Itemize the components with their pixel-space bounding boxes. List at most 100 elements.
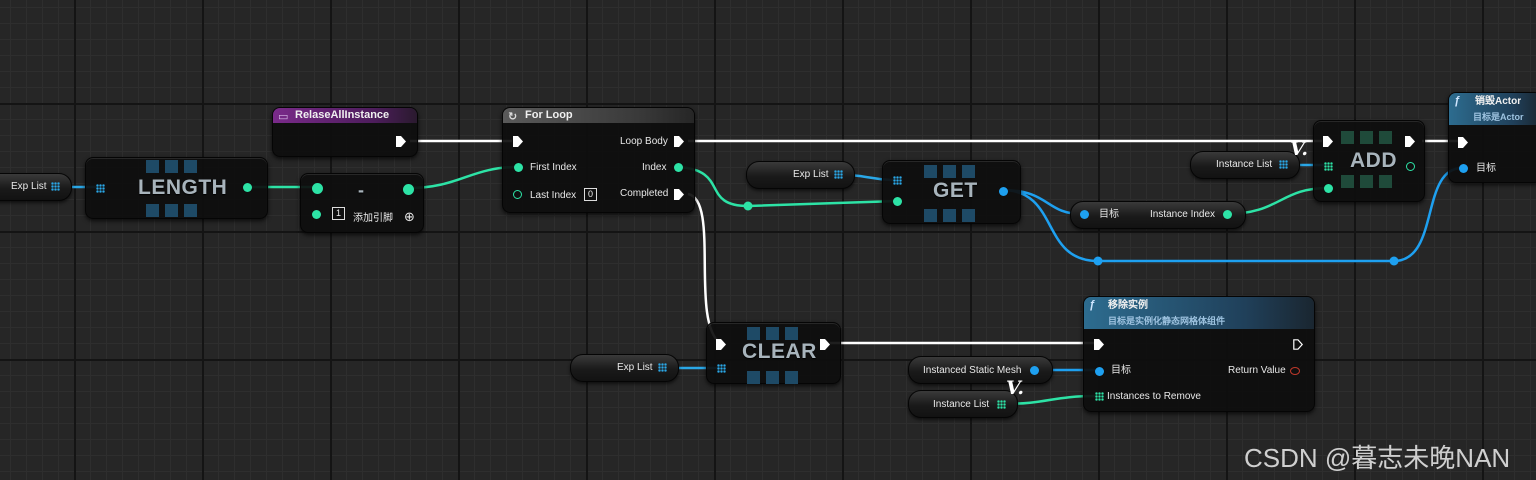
ism-label: Instanced Static Mesh <box>923 365 1022 376</box>
length-label: LENGTH <box>138 176 228 199</box>
array-output-pin[interactable] <box>834 170 843 179</box>
last-index-value[interactable]: 0 <box>584 188 597 201</box>
exec-input-pin[interactable] <box>1323 136 1333 147</box>
clear-label: CLEAR <box>742 340 817 363</box>
target-input-pin[interactable] <box>1459 164 1468 173</box>
destroy-actor-node[interactable]: ƒ 销毁Actor 目标是Actor 目标 <box>1448 92 1536 183</box>
remove-instances-node[interactable]: ƒ 移除实例 目标是实例化静态网格体组件 目标 Return Value Ins… <box>1083 296 1315 412</box>
int-input-pin-b[interactable] <box>312 210 321 219</box>
function-icon: ƒ <box>1454 95 1461 107</box>
last-index-pin[interactable] <box>513 190 522 199</box>
target-input-pin[interactable] <box>1080 210 1089 219</box>
array-input-pin[interactable] <box>1324 162 1333 171</box>
reroute-knot <box>743 201 753 211</box>
array-output-pin[interactable] <box>51 182 60 191</box>
pin-b-value[interactable]: 1 <box>332 207 345 220</box>
exec-output-pin[interactable] <box>820 339 830 350</box>
instance-list-label: Instance List <box>1216 159 1273 170</box>
exec-input-pin[interactable] <box>1094 339 1104 350</box>
int-output-pin[interactable] <box>403 184 414 195</box>
subtract-node[interactable]: - 1 添加引脚 ⊕ <box>300 173 424 233</box>
add-pin-label[interactable]: 添加引脚 <box>353 213 393 225</box>
remove-instances-header: ƒ 移除实例 目标是实例化静态网格体组件 <box>1084 297 1314 329</box>
item-input-pin[interactable] <box>1324 184 1333 193</box>
for-loop-header: ↻ For Loop <box>503 108 694 123</box>
exec-output-pin[interactable] <box>396 136 406 147</box>
for-loop-node[interactable]: ↻ For Loop Loop Body First Index Index L… <box>502 107 695 213</box>
target-label: 目标 <box>1476 163 1496 174</box>
exec-wire-completed-clear <box>687 192 721 344</box>
get-node[interactable]: GET <box>882 160 1021 224</box>
variable-marker-icon: V. <box>1290 138 1309 160</box>
target-label: 目标 <box>1111 365 1131 376</box>
instance-list-variable-node[interactable]: Instance List <box>908 390 1018 418</box>
loop-body-label: Loop Body <box>620 136 668 147</box>
last-index-label: Last Index <box>530 190 577 201</box>
array-input-pin[interactable] <box>893 176 902 185</box>
return-value-pin[interactable] <box>1290 367 1300 375</box>
completed-label: Completed <box>620 188 669 199</box>
get-instance-index-node[interactable]: 目标 Instance Index <box>1070 201 1246 229</box>
instance-list-variable-node[interactable]: Instance List <box>1190 151 1300 179</box>
destroy-actor-title: 销毁Actor <box>1475 96 1522 107</box>
length-node[interactable]: LENGTH <box>85 157 268 219</box>
exec-input-pin[interactable] <box>513 136 523 147</box>
instance-list-label: Instance List <box>933 399 990 410</box>
event-header: ▭ RelaseAllInstance <box>273 108 417 123</box>
add-pin-icon[interactable]: ⊕ <box>404 210 415 223</box>
clear-node[interactable]: CLEAR <box>706 322 841 384</box>
return-value-label: Return Value <box>1228 365 1286 376</box>
exec-input-pin[interactable] <box>716 339 726 350</box>
int-output-pin[interactable] <box>243 183 252 192</box>
instances-to-remove-pin[interactable] <box>1095 392 1104 401</box>
variable-marker-icon: V. <box>1006 377 1025 399</box>
explist-label: Exp List <box>793 169 829 180</box>
first-index-label: First Index <box>530 162 577 173</box>
object-output-pin[interactable] <box>1030 366 1039 375</box>
for-loop-title: For Loop <box>525 109 573 121</box>
loop-icon: ↻ <box>508 111 518 123</box>
add-label: ADD <box>1350 149 1397 172</box>
first-index-pin[interactable] <box>514 163 523 172</box>
event-icon: ▭ <box>278 111 289 123</box>
loop-body-exec-pin[interactable] <box>674 136 684 147</box>
array-input-pin[interactable] <box>717 364 726 373</box>
instanced-static-mesh-variable-node[interactable]: Instanced Static Mesh <box>908 356 1053 384</box>
array-output-pin[interactable] <box>997 400 1006 409</box>
get-label: GET <box>933 179 978 202</box>
index-output-pin[interactable] <box>674 163 683 172</box>
explist-variable-node[interactable]: Exp List <box>746 161 855 189</box>
int-input-pin-a[interactable] <box>312 183 323 194</box>
reroute-knot <box>1093 256 1103 266</box>
exec-output-pin[interactable] <box>1293 339 1303 350</box>
destroy-actor-subtitle: 目标是Actor <box>1473 112 1524 122</box>
instance-index-label: Instance Index <box>1150 209 1216 220</box>
exec-output-pin[interactable] <box>1405 136 1415 147</box>
watermark: CSDN @暮志未晚NAN <box>1244 443 1511 473</box>
explist-label: Exp List <box>617 362 653 373</box>
instances-to-remove-label: Instances to Remove <box>1107 391 1201 402</box>
completed-exec-pin[interactable] <box>674 189 684 200</box>
add-node[interactable]: ADD <box>1313 120 1425 202</box>
destroy-actor-header: ƒ 销毁Actor 目标是Actor <box>1449 93 1536 125</box>
reroute-knot <box>1389 256 1399 266</box>
object-output-pin[interactable] <box>999 187 1008 196</box>
target-label: 目标 <box>1099 209 1119 220</box>
event-node-relase-all-instance[interactable]: ▭ RelaseAllInstance <box>272 107 418 157</box>
explist-variable-node[interactable]: Exp List <box>0 173 72 201</box>
array-output-pin[interactable] <box>658 363 667 372</box>
int-output-pin[interactable] <box>1406 162 1415 171</box>
event-title: RelaseAllInstance <box>295 109 390 121</box>
array-input-pin[interactable] <box>96 184 105 193</box>
exec-input-pin[interactable] <box>1458 137 1468 148</box>
target-input-pin[interactable] <box>1095 367 1104 376</box>
remove-instances-subtitle: 目标是实例化静态网格体组件 <box>1108 316 1226 326</box>
array-output-pin[interactable] <box>1279 160 1288 169</box>
index-label: Index <box>642 162 667 173</box>
instance-index-output-pin[interactable] <box>1223 210 1232 219</box>
int-input-pin[interactable] <box>893 197 902 206</box>
subtract-label: - <box>358 180 365 200</box>
explist-variable-node[interactable]: Exp List <box>570 354 679 382</box>
explist-label: Exp List <box>11 181 47 192</box>
remove-instances-title: 移除实例 <box>1108 300 1148 311</box>
